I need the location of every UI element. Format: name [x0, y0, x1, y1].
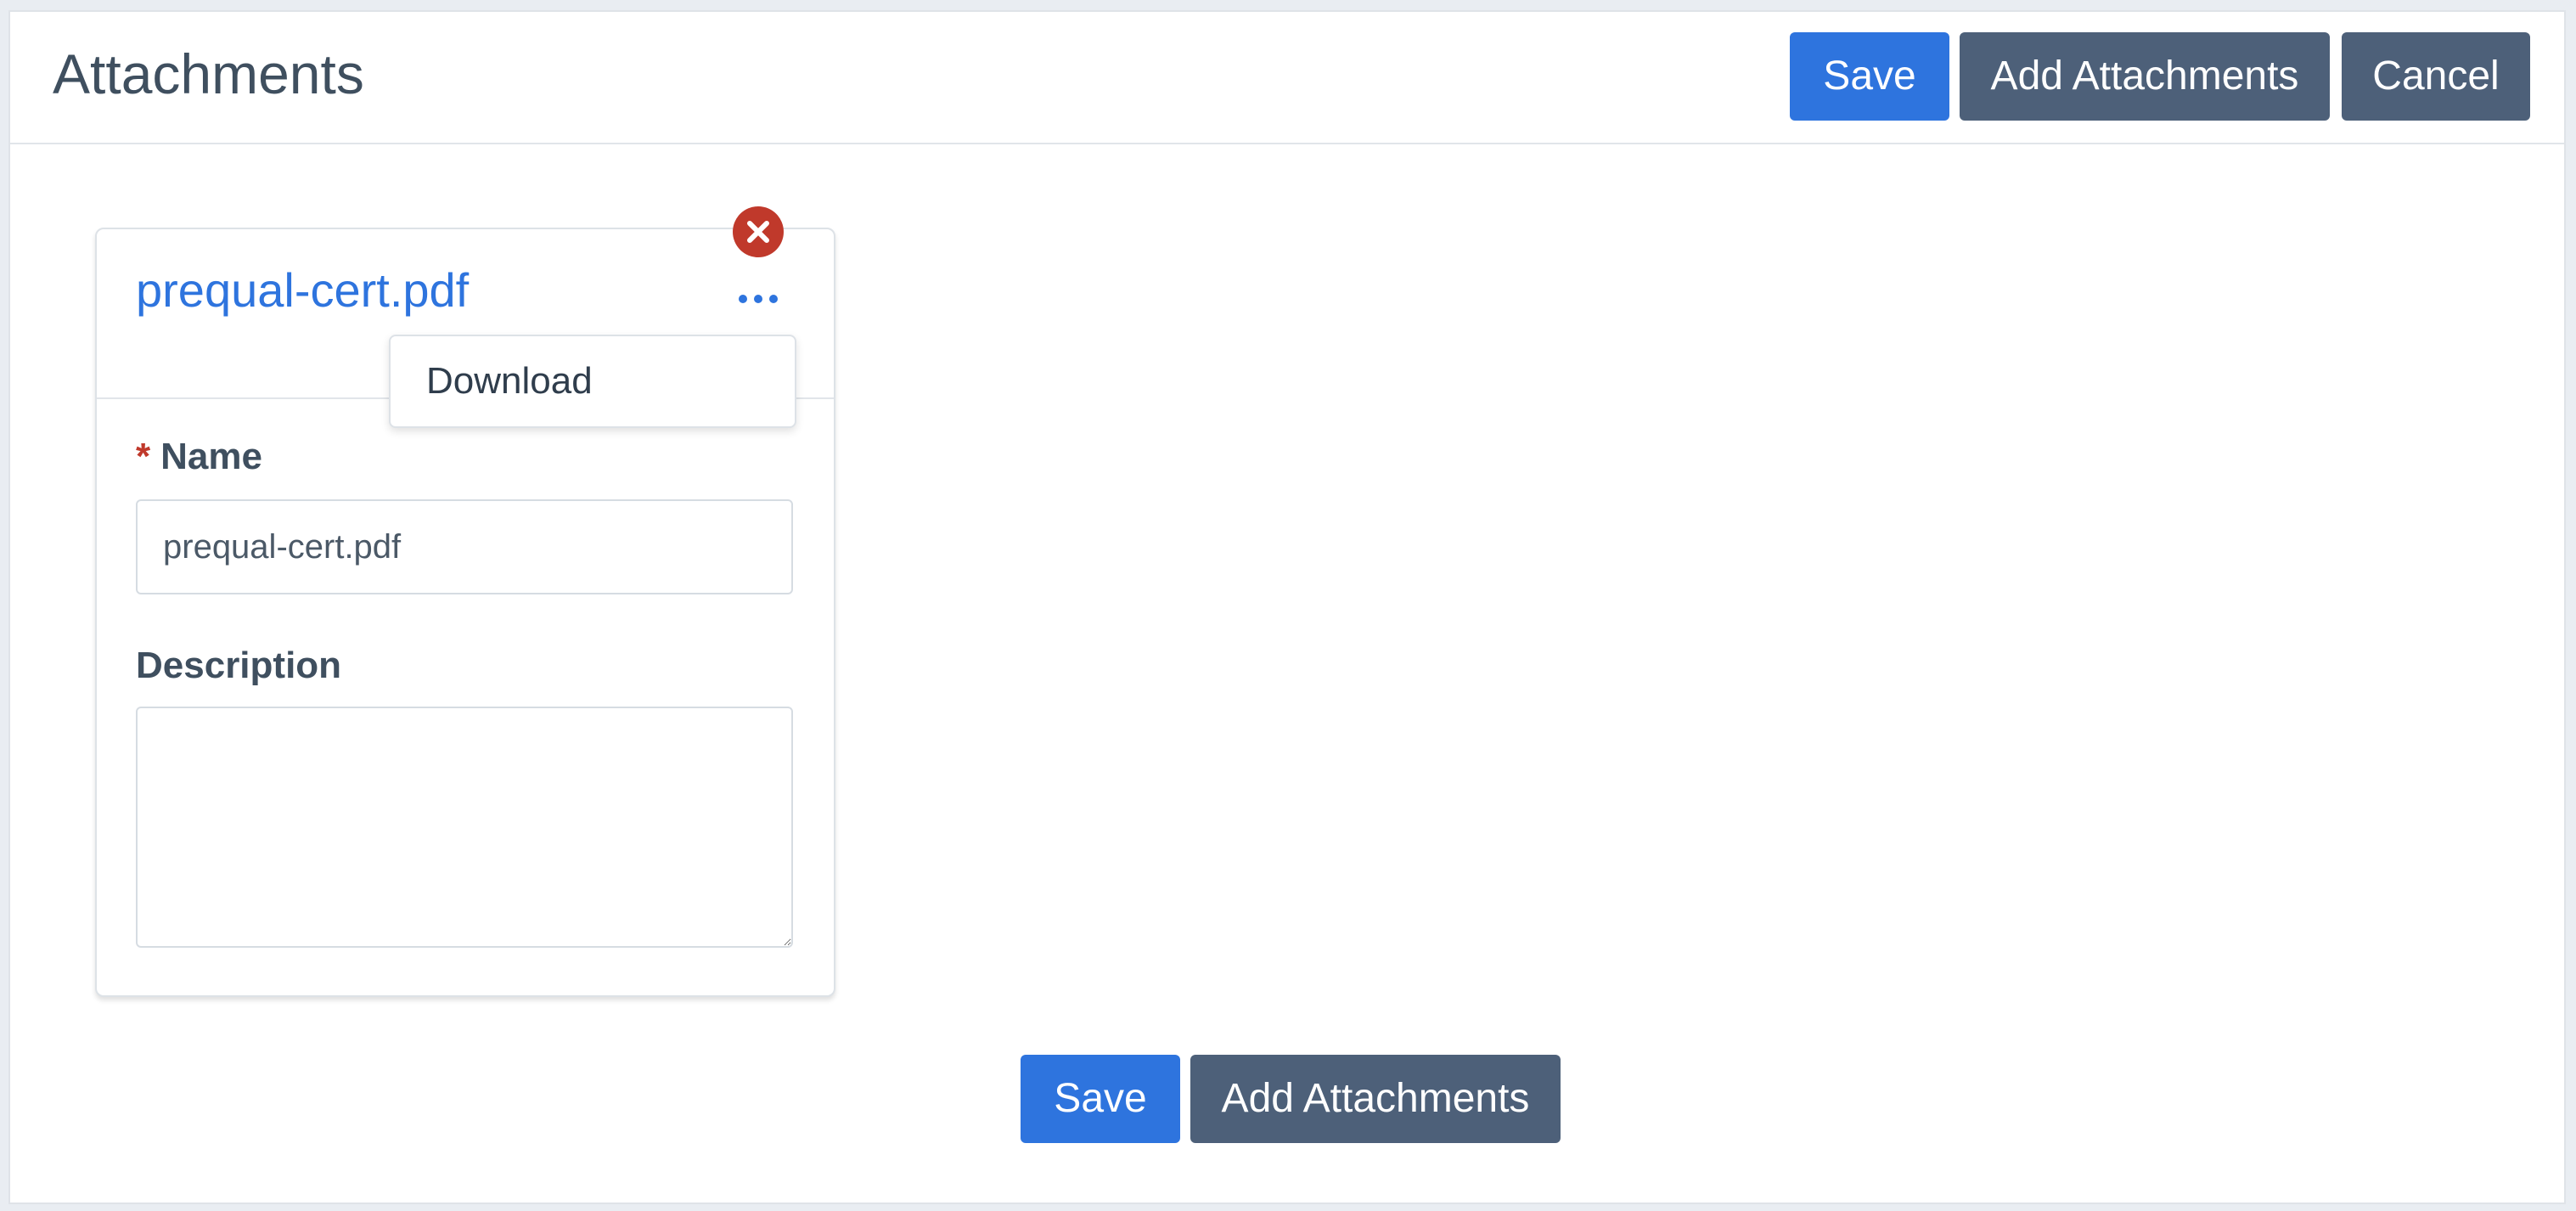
- name-label-text: Name: [160, 436, 262, 477]
- close-circle-icon[interactable]: [732, 206, 785, 258]
- required-indicator: *: [136, 436, 151, 477]
- description-input[interactable]: [136, 707, 793, 948]
- header-cancel-button[interactable]: Cancel: [2342, 32, 2530, 121]
- attachments-panel: Attachments Save Add Attachments Cancel …: [8, 10, 2566, 1204]
- footer-add-attachments-button[interactable]: Add Attachments: [1190, 1055, 1561, 1143]
- description-label: Description: [136, 645, 342, 686]
- menu-item-download[interactable]: Download: [391, 336, 795, 426]
- page-title: Attachments: [53, 42, 364, 105]
- header-add-attachments-button[interactable]: Add Attachments: [1960, 32, 2330, 121]
- name-label: * Name: [136, 436, 262, 477]
- more-horizontal-icon[interactable]: [737, 290, 779, 307]
- name-input[interactable]: [136, 499, 793, 594]
- footer-save-button[interactable]: Save: [1021, 1055, 1180, 1143]
- attachment-file-link[interactable]: prequal-cert.pdf: [136, 263, 469, 318]
- attachment-actions-menu: Download: [389, 335, 796, 428]
- panel-header: Attachments Save Add Attachments Cancel: [10, 12, 2564, 144]
- header-save-button[interactable]: Save: [1790, 32, 1949, 121]
